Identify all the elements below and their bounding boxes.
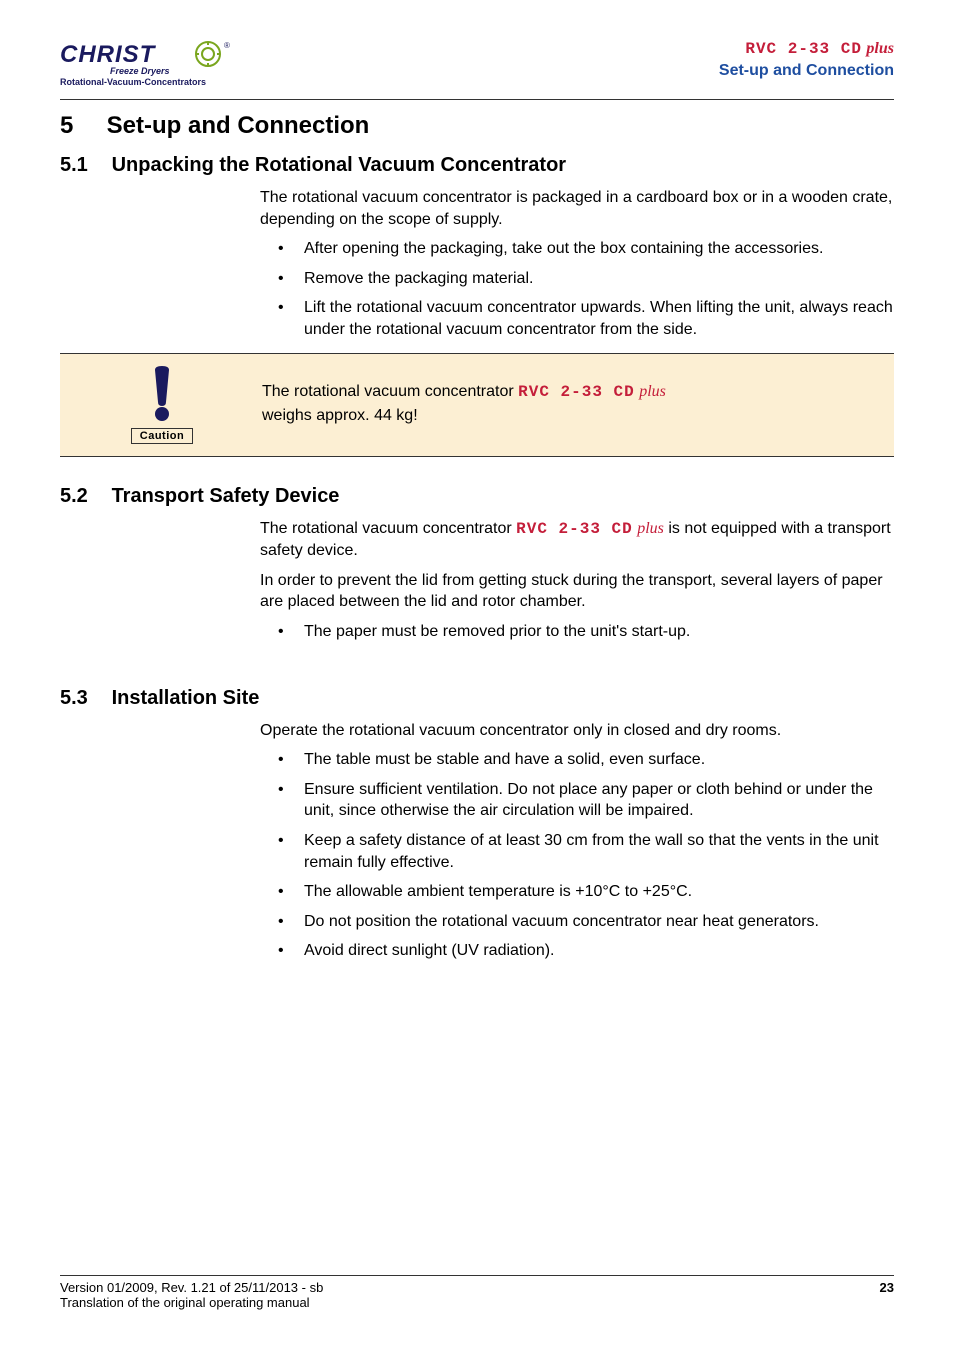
caution-t1: The rotational vacuum concentrator bbox=[262, 383, 518, 400]
list-item: The paper must be removed prior to the u… bbox=[278, 621, 894, 643]
heading-chapter-num: 5 bbox=[60, 112, 100, 140]
section-5-1-body: The rotational vacuum concentrator is pa… bbox=[260, 187, 894, 341]
svg-text:®: ® bbox=[224, 41, 230, 50]
caution-icon bbox=[137, 366, 187, 426]
product-prefix: RVC 2-33 CD bbox=[745, 40, 862, 58]
footer-version: Version 01/2009, Rev. 1.21 of 25/11/2013… bbox=[60, 1280, 323, 1295]
svg-text:Rotational-Vacuum-Concentrator: Rotational-Vacuum-Concentrators bbox=[60, 77, 206, 87]
list-item: Lift the rotational vacuum concentrator … bbox=[278, 297, 894, 340]
heading-chapter: 5 Set-up and Connection bbox=[60, 112, 894, 140]
heading-5-1-title: Unpacking the Rotational Vacuum Concentr… bbox=[112, 154, 567, 176]
footer-page-number: 23 bbox=[880, 1280, 894, 1310]
list-item: Remove the packaging material. bbox=[278, 268, 894, 290]
header-right: RVC 2-33 CD plus Set-up and Connection bbox=[719, 40, 894, 80]
caution-inline-prefix: RVC 2-33 CD bbox=[518, 383, 635, 401]
heading-chapter-title: Set-up and Connection bbox=[107, 112, 370, 139]
product-title: RVC 2-33 CD plus bbox=[719, 40, 894, 58]
s51-list: After opening the packaging, take out th… bbox=[278, 238, 894, 340]
caution-inline-suffix: plus bbox=[639, 383, 666, 400]
heading-5-2: 5.2 Transport Safety Device bbox=[60, 485, 894, 508]
heading-5-2-num: 5.2 bbox=[60, 485, 106, 508]
caution-icon-wrap: Caution bbox=[72, 366, 252, 444]
s53-list: The table must be stable and have a soli… bbox=[278, 749, 894, 962]
caution-product-inline: RVC 2-33 CD plus bbox=[518, 383, 666, 400]
s52-inline-prefix: RVC 2-33 CD bbox=[516, 520, 633, 538]
heading-5-3: 5.3 Installation Site bbox=[60, 687, 894, 710]
heading-5-3-num: 5.3 bbox=[60, 687, 106, 710]
page-header: CHRIST ® Freeze Dryers Rotational-Vacuum… bbox=[60, 40, 894, 100]
header-section-title: Set-up and Connection bbox=[719, 62, 894, 80]
logo-block: CHRIST ® Freeze Dryers Rotational-Vacuum… bbox=[60, 40, 240, 93]
caution-t2: weighs approx. 44 kg! bbox=[262, 407, 418, 424]
list-item: The table must be stable and have a soli… bbox=[278, 749, 894, 771]
list-item: Do not position the rotational vacuum co… bbox=[278, 911, 894, 933]
s52-para2: In order to prevent the lid from getting… bbox=[260, 570, 894, 613]
footer-translation: Translation of the original operating ma… bbox=[60, 1295, 323, 1310]
svg-text:Freeze Dryers: Freeze Dryers bbox=[110, 66, 170, 76]
list-item: The allowable ambient temperature is +10… bbox=[278, 881, 894, 903]
heading-5-1-num: 5.1 bbox=[60, 154, 106, 177]
product-suffix: plus bbox=[866, 40, 894, 57]
section-5-2-body: The rotational vacuum concentrator RVC 2… bbox=[260, 518, 894, 643]
page-footer: Version 01/2009, Rev. 1.21 of 25/11/2013… bbox=[60, 1275, 894, 1310]
list-item: Keep a safety distance of at least 30 cm… bbox=[278, 830, 894, 873]
s52-inline-suffix: plus bbox=[637, 520, 664, 537]
heading-5-2-title: Transport Safety Device bbox=[112, 485, 340, 507]
footer-left: Version 01/2009, Rev. 1.21 of 25/11/2013… bbox=[60, 1280, 323, 1310]
heading-5-1: 5.1 Unpacking the Rotational Vacuum Conc… bbox=[60, 154, 894, 177]
logo-main-text: CHRIST bbox=[60, 41, 157, 68]
s52-p1a: The rotational vacuum concentrator bbox=[260, 520, 516, 537]
list-item: Ensure sufficient ventilation. Do not pl… bbox=[278, 779, 894, 822]
s52-list: The paper must be removed prior to the u… bbox=[278, 621, 894, 643]
caution-label: Caution bbox=[131, 428, 193, 444]
s52-product-inline: RVC 2-33 CD plus bbox=[516, 520, 664, 537]
caution-text: The rotational vacuum concentrator RVC 2… bbox=[252, 366, 882, 427]
heading-5-3-title: Installation Site bbox=[112, 687, 260, 709]
s53-para1: Operate the rotational vacuum concentrat… bbox=[260, 720, 894, 742]
s52-para1: The rotational vacuum concentrator RVC 2… bbox=[260, 518, 894, 562]
logo-graphic: CHRIST ® Freeze Dryers Rotational-Vacuum… bbox=[60, 40, 240, 93]
s51-para1: The rotational vacuum concentrator is pa… bbox=[260, 187, 894, 230]
section-5-3-body: Operate the rotational vacuum concentrat… bbox=[260, 720, 894, 962]
list-item: After opening the packaging, take out th… bbox=[278, 238, 894, 260]
caution-callout: Caution The rotational vacuum concentrat… bbox=[60, 353, 894, 457]
list-item: Avoid direct sunlight (UV radiation). bbox=[278, 940, 894, 962]
